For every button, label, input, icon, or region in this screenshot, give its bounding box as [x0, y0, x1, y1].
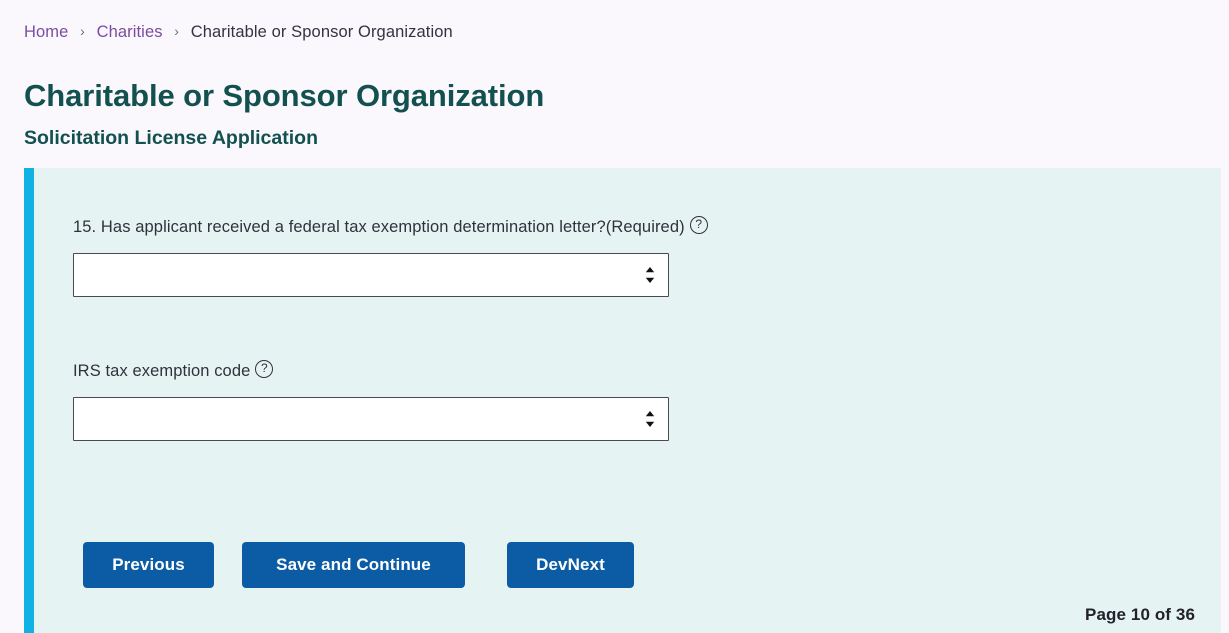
breadcrumb: Home › Charities › Charitable or Sponsor…: [24, 19, 453, 45]
page-subtitle: Solicitation License Application: [24, 127, 318, 149]
breadcrumb-separator-icon: ›: [80, 23, 85, 39]
field-label-text: 15. Has applicant received a federal tax…: [73, 218, 685, 236]
devnext-button[interactable]: DevNext: [507, 542, 634, 588]
field-label-text: IRS tax exemption code: [73, 362, 251, 380]
field-label: 15. Has applicant received a federal tax…: [73, 216, 708, 236]
page-title: Charitable or Sponsor Organization: [24, 78, 545, 113]
previous-button[interactable]: Previous: [83, 542, 214, 588]
field-group-federal-tax-exemption: 15. Has applicant received a federal tax…: [73, 214, 708, 297]
question-circle-icon[interactable]: [255, 360, 274, 378]
question-circle-icon[interactable]: [689, 216, 708, 234]
breadcrumb-item-current: Charitable or Sponsor Organization: [190, 23, 453, 41]
breadcrumb-item-charities[interactable]: Charities: [97, 23, 163, 41]
breadcrumb-item-home[interactable]: Home: [24, 23, 68, 41]
breadcrumb-separator-icon: ›: [174, 23, 180, 39]
select-wrapper: [73, 397, 669, 441]
select-wrapper: [73, 253, 669, 297]
page-counter: Page 10 of 36: [1085, 605, 1195, 624]
federal-tax-exemption-select[interactable]: [73, 253, 669, 297]
form-action-buttons: Previous Save and Continue DevNext: [83, 542, 634, 588]
field-group-irs-tax-exemption-code: IRS tax exemption code: [73, 358, 669, 441]
irs-tax-exemption-code-select[interactable]: [73, 397, 669, 441]
field-label: IRS tax exemption code: [73, 360, 274, 380]
save-and-continue-button[interactable]: Save and Continue: [242, 542, 465, 588]
form-panel: 15. Has applicant received a federal tax…: [24, 168, 1221, 633]
